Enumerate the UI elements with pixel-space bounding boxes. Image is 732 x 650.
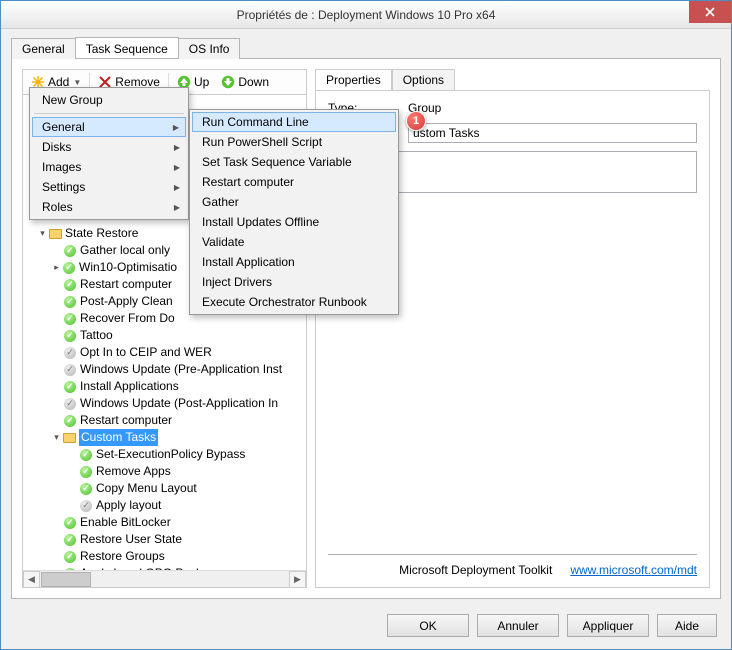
tree-node-set-exec[interactable]: ✓Set-ExecutionPolicy Bypass [25, 446, 306, 463]
tree-node-copy-menu[interactable]: ✓Copy Menu Layout [25, 480, 306, 497]
tab-panel: Add ▼ Remove Up [11, 59, 721, 599]
tree-node-tattoo[interactable]: ✓Tattoo [25, 327, 306, 344]
menu-restart-computer[interactable]: Restart computer [192, 172, 396, 192]
footer-link[interactable]: www.microsoft.com/mdt [570, 563, 697, 577]
menu-disks[interactable]: Disks [32, 137, 186, 157]
tree-node-install-apps[interactable]: ✓Install Applications [25, 378, 306, 395]
menu-inject-drivers[interactable]: Inject Drivers [192, 272, 396, 292]
tree-node-restore-groups[interactable]: ✓Restore Groups [25, 548, 306, 565]
close-icon [705, 7, 715, 17]
menu-roles[interactable]: Roles [32, 197, 186, 217]
general-submenu: Run Command Line Run PowerShell Script S… [189, 109, 399, 315]
menu-run-command-line[interactable]: Run Command Line [192, 112, 396, 132]
dialog-buttons: OK Annuler Appliquer Aide [387, 614, 717, 637]
menu-gather[interactable]: Gather [192, 192, 396, 212]
tree-node-restore-user[interactable]: ✓Restore User State [25, 531, 306, 548]
dialog-content: General Task Sequence OS Info Add ▼ [1, 29, 731, 649]
scroll-right-icon[interactable]: ▶ [289, 571, 306, 588]
tree-node-apply-layout[interactable]: ✓Apply layout [25, 497, 306, 514]
callout-1: 1 [406, 111, 426, 131]
window-title: Propriétés de : Deployment Windows 10 Pr… [237, 8, 496, 22]
menu-general[interactable]: General [32, 117, 186, 137]
menu-images[interactable]: Images [32, 157, 186, 177]
menu-exec-orchestrator[interactable]: Execute Orchestrator Runbook [192, 292, 396, 312]
menu-separator [34, 113, 184, 114]
close-button[interactable] [689, 1, 731, 23]
tab-os-info[interactable]: OS Info [178, 38, 241, 59]
menu-install-updates[interactable]: Install Updates Offline [192, 212, 396, 232]
tab-properties[interactable]: Properties [315, 69, 392, 91]
tree-node-enable-bitlocker[interactable]: ✓Enable BitLocker [25, 514, 306, 531]
tree-node-ceip[interactable]: ✓Opt In to CEIP and WER [25, 344, 306, 361]
ok-button[interactable]: OK [387, 614, 469, 637]
arrow-down-icon [221, 75, 235, 89]
apply-button[interactable]: Appliquer [567, 614, 649, 637]
tabstrip: General Task Sequence OS Info [11, 37, 721, 59]
menu-set-ts-var[interactable]: Set Task Sequence Variable [192, 152, 396, 172]
up-label: Up [194, 75, 209, 89]
help-button[interactable]: Aide [657, 614, 717, 637]
tree-node-wu-post[interactable]: ✓Windows Update (Post-Application In [25, 395, 306, 412]
cancel-button[interactable]: Annuler [477, 614, 559, 637]
menu-settings[interactable]: Settings [32, 177, 186, 197]
tab-task-sequence[interactable]: Task Sequence [75, 37, 179, 58]
menu-new-group[interactable]: New Group [32, 90, 186, 110]
tab-general[interactable]: General [11, 38, 76, 59]
tree-node-remove-apps[interactable]: ✓Remove Apps [25, 463, 306, 480]
down-label: Down [238, 75, 269, 89]
caret-down-icon: ▼ [73, 78, 81, 87]
scroll-left-icon[interactable]: ◀ [23, 571, 40, 588]
scroll-thumb[interactable] [41, 572, 91, 587]
add-menu: New Group General Disks Images Settings … [29, 87, 189, 220]
tree-node-wu-pre[interactable]: ✓Windows Update (Pre-Application Inst [25, 361, 306, 378]
footer-text: Microsoft Deployment Toolkit [399, 563, 552, 577]
name-input[interactable] [408, 123, 697, 143]
horizontal-scrollbar[interactable]: ◀ ▶ [23, 570, 306, 587]
menu-install-app[interactable]: Install Application [192, 252, 396, 272]
dialog-window: Propriétés de : Deployment Windows 10 Pr… [0, 0, 732, 650]
tree-node-custom-tasks[interactable]: ▾Custom Tasks [25, 429, 306, 446]
properties-tabstrip: Properties Options [315, 69, 710, 91]
tree-node-restart2[interactable]: ✓Restart computer [25, 412, 306, 429]
menu-validate[interactable]: Validate [192, 232, 396, 252]
properties-footer: Microsoft Deployment Toolkit www.microso… [328, 554, 697, 577]
tab-options[interactable]: Options [392, 69, 455, 91]
down-button[interactable]: Down [217, 74, 273, 90]
menu-run-powershell[interactable]: Run PowerShell Script [192, 132, 396, 152]
titlebar: Propriétés de : Deployment Windows 10 Pr… [1, 1, 731, 29]
